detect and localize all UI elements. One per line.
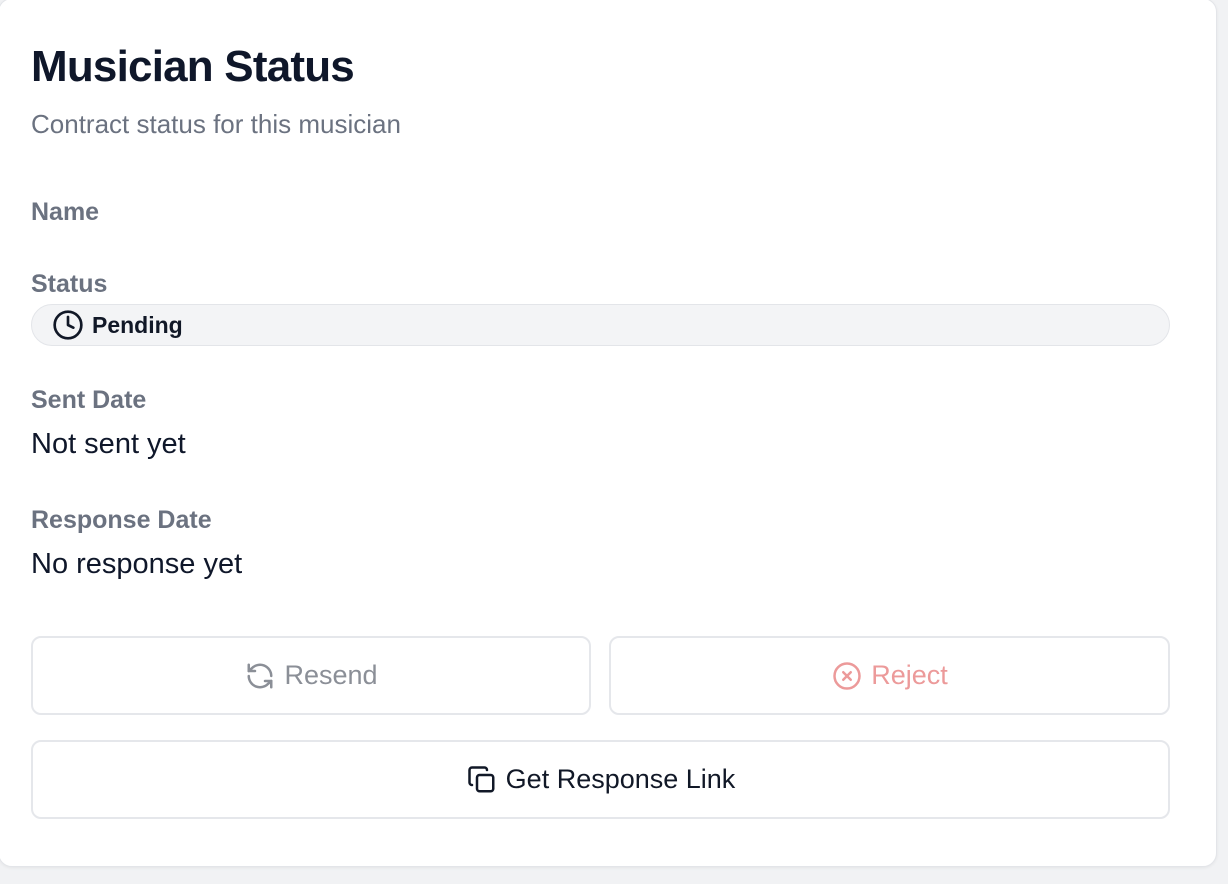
reject-button[interactable]: Reject bbox=[609, 636, 1170, 715]
x-circle-icon bbox=[831, 660, 863, 692]
name-label: Name bbox=[31, 198, 100, 226]
status-label: Status bbox=[31, 270, 108, 298]
refresh-icon bbox=[244, 660, 276, 692]
status-badge: Pending bbox=[31, 304, 1170, 346]
resend-button-label: Resend bbox=[284, 660, 378, 690]
response-date-value: No response yet bbox=[31, 548, 243, 580]
status-badge-text: Pending bbox=[92, 311, 183, 338]
reject-button-label: Reject bbox=[871, 660, 948, 690]
clock-icon bbox=[52, 309, 84, 341]
resend-button[interactable]: Resend bbox=[31, 636, 591, 715]
sent-date-value: Not sent yet bbox=[31, 428, 186, 460]
get-response-link-button[interactable]: Get Response Link bbox=[31, 740, 1170, 819]
card-subtitle: Contract status for this musician bbox=[31, 109, 401, 139]
response-date-label: Response Date bbox=[31, 506, 212, 534]
get-response-link-label: Get Response Link bbox=[505, 764, 736, 794]
card-title: Musician Status bbox=[31, 42, 355, 91]
sent-date-label: Sent Date bbox=[31, 386, 147, 414]
musician-status-card: Musician Status Contract status for this… bbox=[0, 0, 1217, 867]
copy-icon bbox=[466, 764, 498, 796]
